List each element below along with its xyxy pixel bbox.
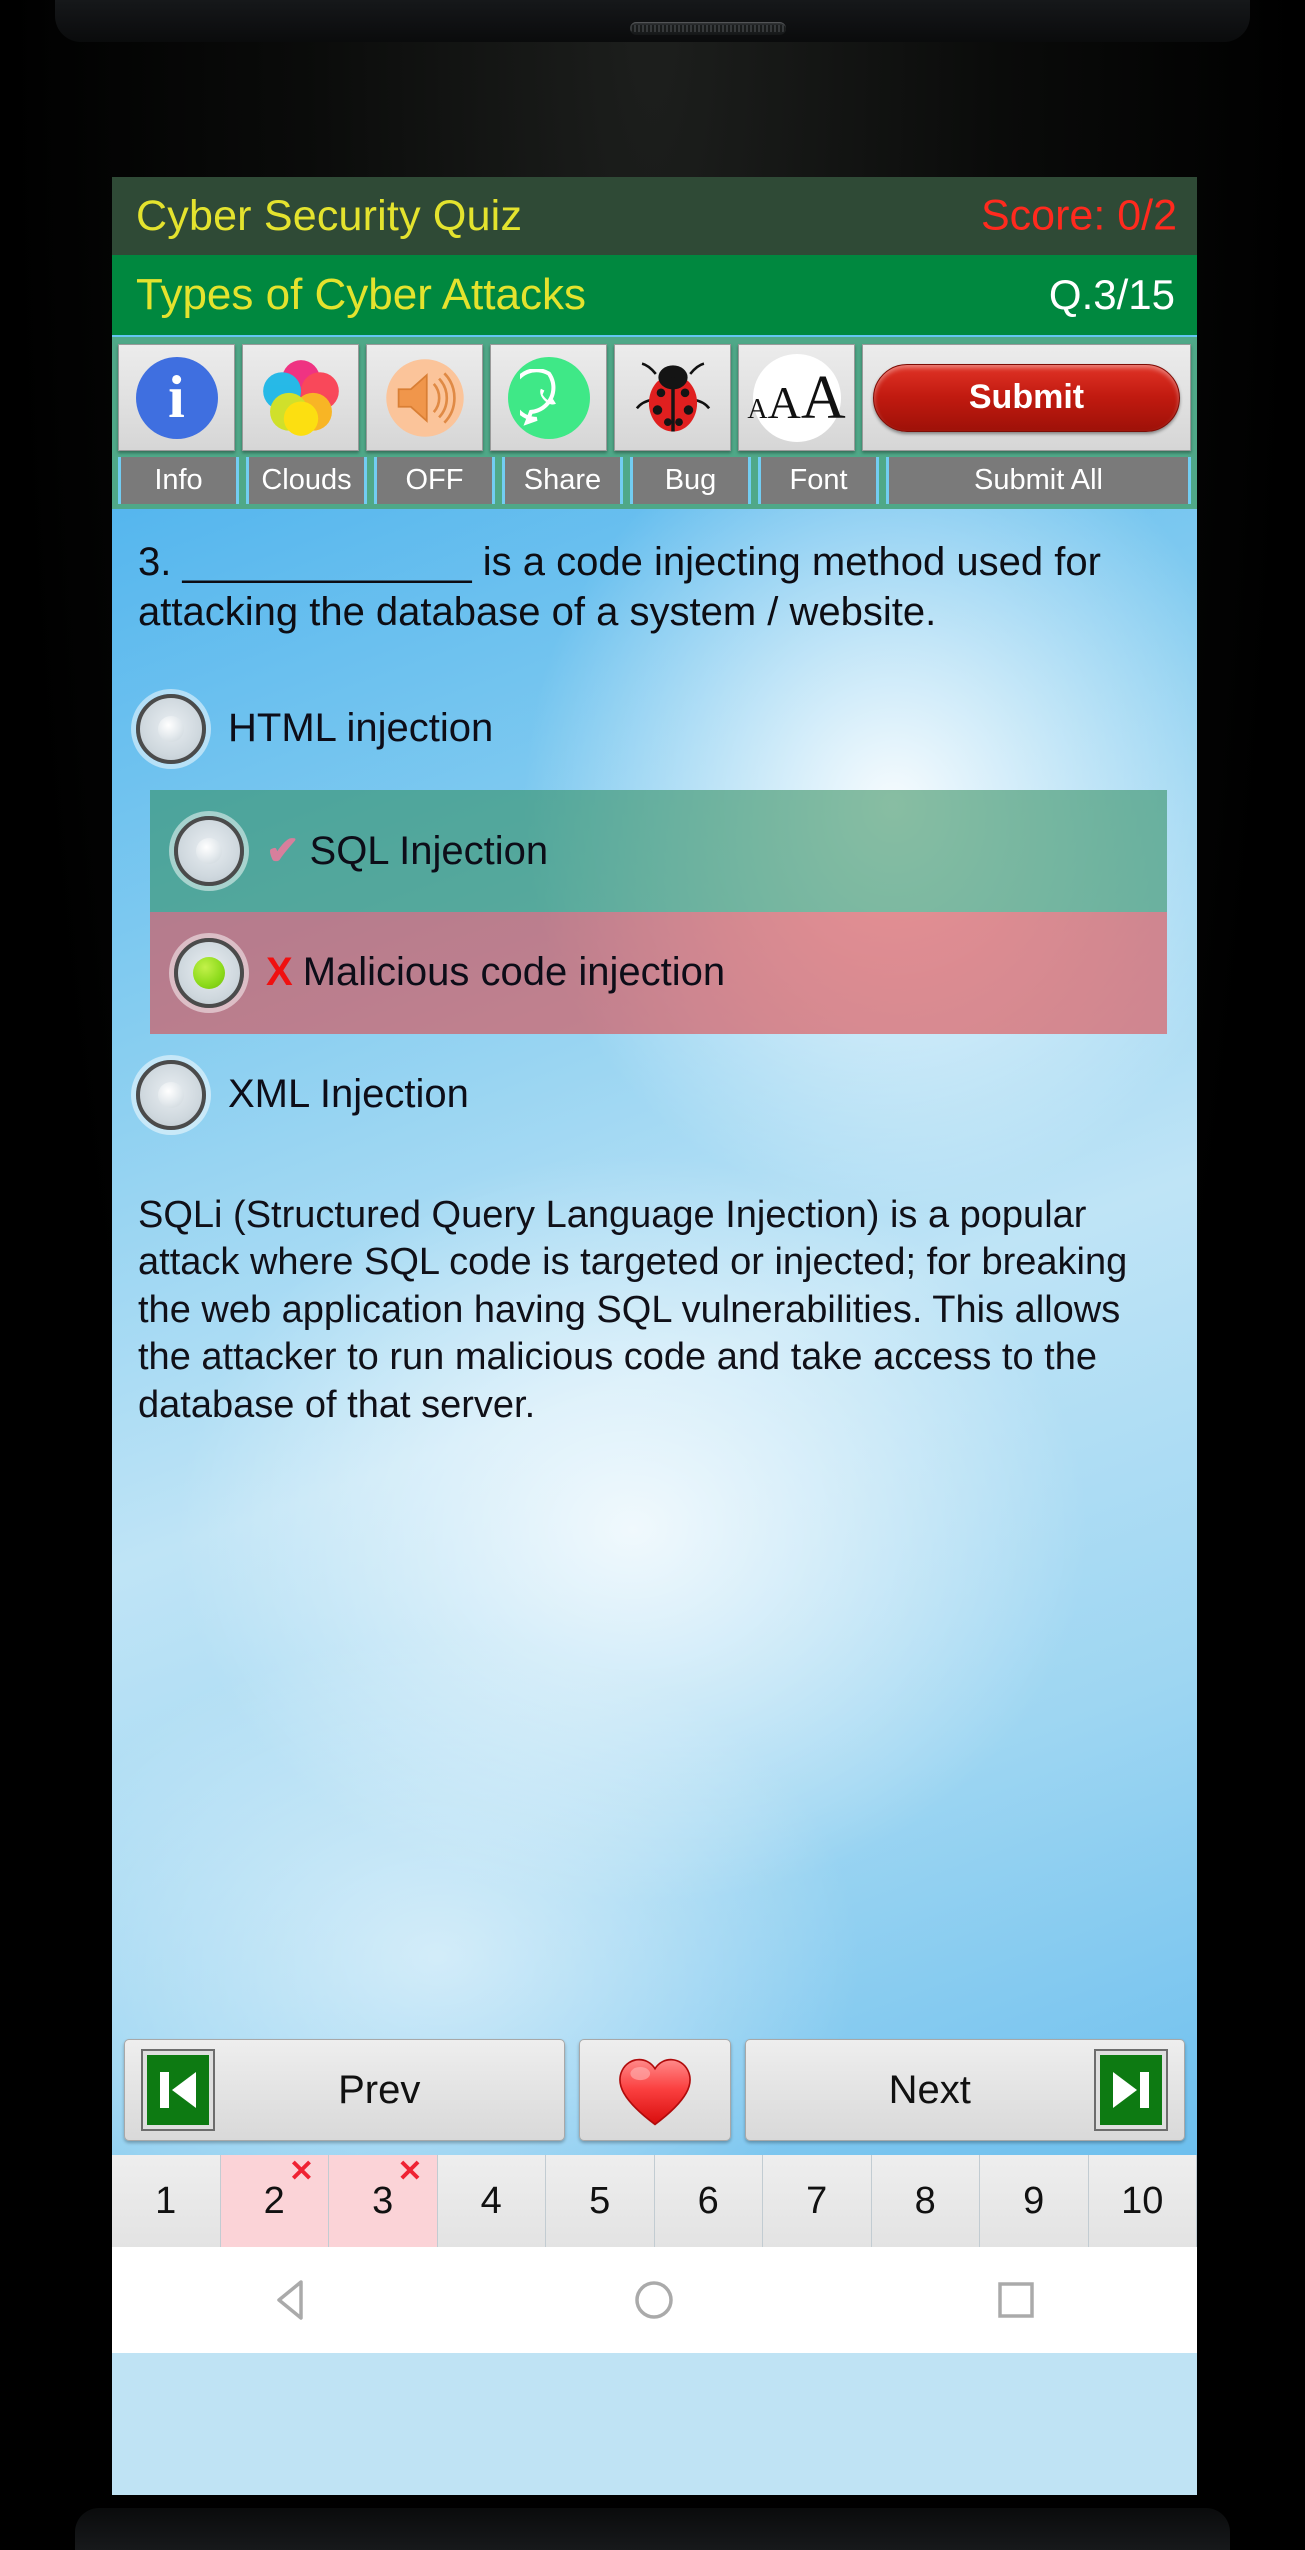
page-number-strip: 1 ✕ 2 ✕ 3 4 5 6 7 8 9 10: [112, 2155, 1197, 2247]
whatsapp-icon: [507, 356, 590, 439]
toolbar-label-info[interactable]: Info: [118, 457, 239, 504]
prev-label: Prev: [338, 2067, 421, 2112]
page-number-2: 2: [263, 2179, 285, 2222]
page-wrong-icon-3: ✕: [397, 2155, 423, 2188]
option-label-xml-injection: XML Injection: [228, 1072, 469, 1117]
toolbar-label-font[interactable]: Font: [758, 457, 879, 504]
prev-button[interactable]: Prev: [124, 2039, 565, 2141]
toolbar-label-row: Info Clouds OFF Share Bug Font Submit Al…: [112, 457, 1197, 509]
options-list: HTML injection ✔ SQL Injection X Malicious…: [112, 668, 1197, 1156]
info-button[interactable]: i: [118, 344, 235, 451]
option-row-malicious-code-injection[interactable]: X Malicious code injection: [150, 911, 1167, 1034]
font-a-large: A: [800, 363, 846, 432]
app-title: Cyber Security Quiz: [136, 191, 523, 240]
phone-top-bezel: [55, 0, 1250, 42]
skip-back-icon: [141, 2049, 215, 2131]
home-nav-icon[interactable]: [628, 2274, 680, 2326]
toolbar-label-off[interactable]: OFF: [374, 457, 495, 504]
page-wrong-icon-2: ✕: [288, 2155, 314, 2188]
page-button-1[interactable]: 1: [112, 2155, 221, 2247]
bug-icon: [635, 361, 710, 432]
earpiece-speaker: [630, 22, 786, 35]
skip-forward-icon: [1094, 2049, 1168, 2131]
info-icon: i: [135, 356, 218, 439]
explanation-text: SQLi (Structured Query Language Injectio…: [138, 1193, 1128, 1426]
share-button[interactable]: [490, 344, 607, 451]
page-button-2[interactable]: ✕ 2: [220, 2155, 329, 2247]
page-button-5[interactable]: 5: [546, 2155, 655, 2247]
sound-toggle-button[interactable]: [366, 344, 483, 451]
phone-screen: Cyber Security Quiz Score: 0/2 Types of …: [112, 177, 1197, 2495]
option-text-sql-injection: SQL Injection: [309, 828, 549, 873]
option-row-sql-injection[interactable]: ✔ SQL Injection: [150, 789, 1167, 912]
page-button-4[interactable]: 4: [437, 2155, 546, 2247]
toolbar-label-share[interactable]: Share: [502, 457, 623, 504]
clouds-button[interactable]: [242, 344, 359, 451]
radio-xml-injection[interactable]: [136, 1059, 206, 1130]
clouds-icon: [262, 359, 339, 436]
icon-toolbar: i AAA Submit: [112, 335, 1197, 457]
submit-label: Submit: [873, 363, 1180, 432]
earpiece-mesh: [630, 25, 786, 32]
page-number-8: 8: [914, 2179, 936, 2222]
favorite-button[interactable]: [578, 2039, 731, 2141]
submit-all-button[interactable]: Submit: [862, 344, 1191, 451]
toolbar-label-clouds[interactable]: Clouds: [246, 457, 367, 504]
wrong-cross-icon: X: [266, 950, 293, 995]
score-display: Score: 0/2: [981, 191, 1177, 240]
device-frame: Cyber Security Quiz Score: 0/2 Types of …: [0, 0, 1305, 2550]
subject-title: Types of Cyber Attacks: [136, 270, 586, 319]
android-nav-bar: [112, 2247, 1197, 2353]
page-number-7: 7: [806, 2179, 828, 2222]
toolbar-label-submit-all[interactable]: Submit All: [886, 457, 1191, 504]
heart-icon: [618, 2058, 691, 2126]
page-number-4: 4: [480, 2179, 502, 2222]
page-button-7[interactable]: 7: [763, 2155, 872, 2247]
radio-malicious-code-injection[interactable]: [174, 937, 244, 1008]
page-number-6: 6: [697, 2179, 719, 2222]
option-label-html-injection: HTML injection: [228, 706, 494, 751]
speaker-icon: [385, 358, 464, 437]
font-a-mid: A: [767, 376, 801, 428]
subject-bar: Types of Cyber Attacks Q.3/15: [112, 255, 1197, 335]
font-size-icon: AAA: [747, 353, 846, 442]
page-number-1: 1: [155, 2179, 177, 2222]
option-row-xml-injection[interactable]: XML Injection: [112, 1034, 1197, 1156]
page-number-10: 10: [1121, 2179, 1164, 2222]
question-text: 3. _____________ is a code injecting met…: [138, 540, 1101, 635]
back-nav-icon[interactable]: [267, 2274, 319, 2326]
option-row-html-injection[interactable]: HTML injection: [112, 668, 1197, 790]
page-number-3: 3: [372, 2179, 394, 2222]
option-text-malicious-code-injection: Malicious code injection: [302, 950, 726, 995]
next-button[interactable]: Next: [744, 2039, 1185, 2141]
option-label-malicious-code-injection: X Malicious code injection: [266, 950, 725, 995]
option-label-sql-injection: ✔ SQL Injection: [266, 828, 548, 874]
question-content: 3. _____________ is a code injecting met…: [112, 509, 1197, 2155]
page-button-6[interactable]: 6: [654, 2155, 763, 2247]
font-a-small: A: [747, 393, 768, 425]
radio-html-injection[interactable]: [136, 693, 206, 764]
page-number-5: 5: [589, 2179, 611, 2222]
recents-nav-icon[interactable]: [990, 2274, 1042, 2326]
page-button-10[interactable]: 10: [1088, 2155, 1197, 2247]
question-nav-row: Prev Next: [112, 2029, 1197, 2155]
bug-report-button[interactable]: [614, 344, 731, 451]
app-title-bar: Cyber Security Quiz Score: 0/2: [112, 177, 1197, 255]
toolbar-label-bug[interactable]: Bug: [630, 457, 751, 504]
question-index: Q.3/15: [1048, 271, 1175, 318]
next-label: Next: [888, 2067, 971, 2112]
correct-check-icon: ✔: [266, 828, 300, 873]
phone-bottom-bezel: [75, 2508, 1230, 2550]
font-size-button[interactable]: AAA: [738, 344, 855, 451]
page-button-8[interactable]: 8: [871, 2155, 980, 2247]
page-number-9: 9: [1023, 2179, 1045, 2222]
radio-sql-injection[interactable]: [174, 815, 244, 886]
page-button-3[interactable]: ✕ 3: [329, 2155, 438, 2247]
page-button-9[interactable]: 9: [980, 2155, 1089, 2247]
